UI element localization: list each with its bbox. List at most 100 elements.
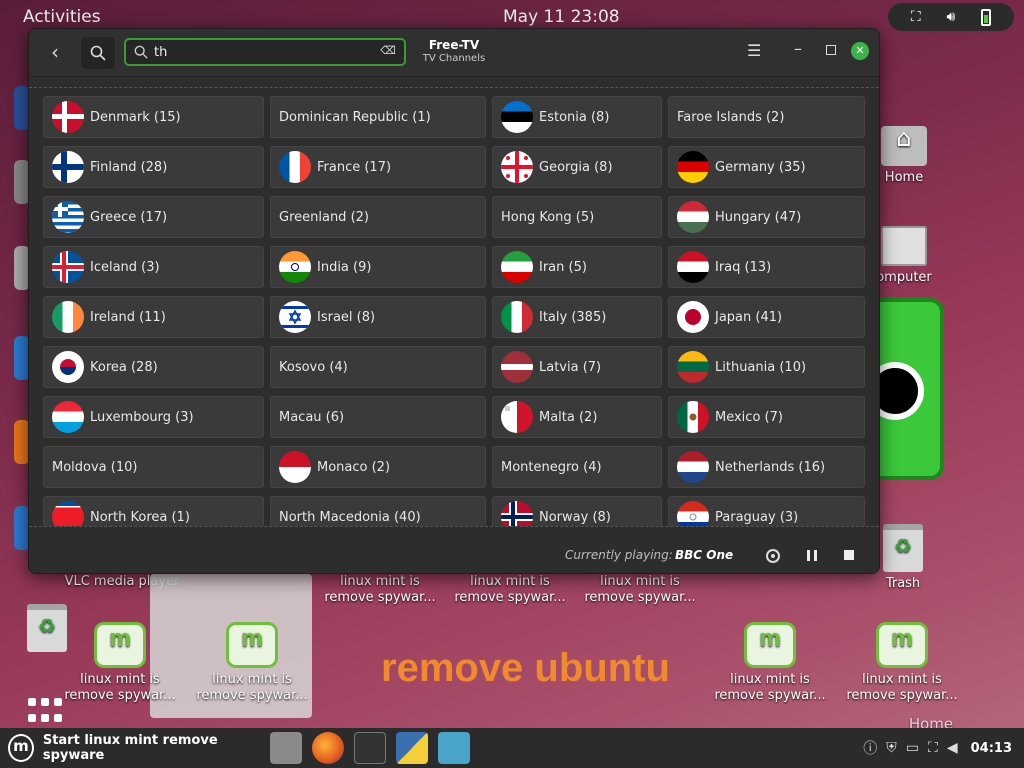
country-card[interactable]: Mexico (7): [668, 396, 865, 438]
system-menu[interactable]: ⛶ 🔊︎: [888, 3, 1014, 31]
flag-icon: [677, 501, 709, 526]
country-card[interactable]: Israel (8): [270, 296, 486, 338]
flag-icon: [677, 351, 709, 383]
country-name: Macau (6): [279, 409, 345, 425]
clock[interactable]: 04:13: [971, 741, 1012, 756]
desktop-shortcut[interactable]: linux mint is remove spywar...: [196, 622, 308, 704]
maximize-button[interactable]: [826, 45, 836, 55]
country-card[interactable]: North Macedonia (40): [270, 496, 486, 526]
country-card[interactable]: Ireland (11): [43, 296, 264, 338]
country-name: Korea (28): [90, 359, 158, 375]
country-name: North Korea (1): [90, 509, 190, 525]
country-card[interactable]: Luxembourg (3): [43, 396, 264, 438]
shield-icon[interactable]: ⛨: [886, 740, 897, 756]
left-dock: [0, 80, 30, 600]
flag-icon: [677, 151, 709, 183]
flag-icon: [279, 251, 311, 283]
country-card[interactable]: France (17): [270, 146, 486, 188]
minimize-button[interactable]: –: [794, 39, 802, 58]
record-icon[interactable]: [766, 549, 780, 563]
desktop-shortcut[interactable]: linux mint is remove spywar...: [714, 622, 826, 704]
country-card[interactable]: Paraguay (3): [668, 496, 865, 526]
files-icon[interactable]: [270, 732, 302, 764]
desktop-home-folder[interactable]: Home: [874, 126, 934, 186]
back-button[interactable]: ‹: [39, 37, 71, 69]
country-row: Luxembourg (3) Macau (6) Malta (2) Mexico (…: [43, 396, 865, 438]
country-card[interactable]: Malta (2): [492, 396, 662, 438]
country-card[interactable]: North Korea (1): [43, 496, 264, 526]
country-card[interactable]: Norway (8): [492, 496, 662, 526]
search-toggle-button[interactable]: [81, 37, 115, 69]
country-card[interactable]: Georgia (8): [492, 146, 662, 188]
country-card[interactable]: Denmark (15): [43, 96, 264, 138]
python-icon[interactable]: [396, 732, 428, 764]
desktop-shortcut[interactable]: linux mint is remove spywar...: [324, 574, 436, 606]
country-card[interactable]: Hungary (47): [668, 196, 865, 238]
country-list[interactable]: Denmark (15) Dominican Republic (1) Estoni…: [29, 87, 879, 527]
country-card[interactable]: Hong Kong (5): [492, 196, 662, 238]
country-card[interactable]: Iraq (13): [668, 246, 865, 288]
search-input[interactable]: [154, 43, 372, 61]
country-card[interactable]: Japan (41): [668, 296, 865, 338]
country-row: Iceland (3) India (9) Iran (5) Iraq (13): [43, 246, 865, 288]
country-card[interactable]: Latvia (7): [492, 346, 662, 388]
country-card[interactable]: Monaco (2): [270, 446, 486, 488]
flag-icon: [677, 201, 709, 233]
country-card[interactable]: Finland (28): [43, 146, 264, 188]
stop-icon[interactable]: [844, 550, 854, 560]
close-button[interactable]: ✕: [851, 42, 869, 60]
desktop-shortcut[interactable]: linux mint is remove spywar...: [454, 574, 566, 606]
country-card[interactable]: Montenegro (4): [492, 446, 662, 488]
country-card[interactable]: Italy (385): [492, 296, 662, 338]
search-field[interactable]: ⌫: [124, 38, 406, 66]
desktop-shortcut[interactable]: linux mint is remove spywar...: [846, 622, 958, 704]
clear-search-icon[interactable]: ⌫: [380, 43, 396, 59]
pause-icon[interactable]: [807, 550, 817, 561]
activities-button[interactable]: Activities: [23, 7, 101, 27]
flag-icon: [279, 151, 311, 183]
country-card[interactable]: Lithuania (10): [668, 346, 865, 388]
country-card[interactable]: India (9): [270, 246, 486, 288]
eye-app-icon[interactable]: [866, 298, 944, 480]
clock[interactable]: May 11 23:08: [503, 7, 620, 27]
country-card[interactable]: Greenland (2): [270, 196, 486, 238]
flag-icon: [279, 451, 311, 483]
country-name: Latvia (7): [539, 359, 602, 375]
country-card[interactable]: Dominican Republic (1): [270, 96, 486, 138]
hamburger-menu-icon[interactable]: ☰: [747, 41, 761, 60]
terminal-icon[interactable]: [354, 732, 386, 764]
volume-icon[interactable]: ◀︎: [947, 740, 958, 756]
country-card[interactable]: Netherlands (16): [668, 446, 865, 488]
flag-icon: [677, 401, 709, 433]
flag-icon: [52, 401, 84, 433]
flag-icon: [501, 401, 533, 433]
display-icon[interactable]: ▭: [906, 740, 919, 756]
update-icon[interactable]: ⓘ: [863, 738, 877, 758]
country-card[interactable]: Moldova (10): [43, 446, 264, 488]
flag-icon: [52, 151, 84, 183]
flag-icon: [52, 301, 84, 333]
flag-icon: [52, 501, 84, 526]
freetv-icon[interactable]: [438, 732, 470, 764]
country-card[interactable]: Germany (35): [668, 146, 865, 188]
desktop-computer[interactable]: omputer: [874, 226, 934, 286]
desktop-trash[interactable]: Trash: [874, 524, 932, 592]
firefox-icon[interactable]: [312, 732, 344, 764]
country-card[interactable]: Faroe Islands (2): [668, 96, 865, 138]
start-menu-button[interactable]: Start linux mint remove spyware: [0, 728, 262, 768]
search-icon: [134, 45, 148, 59]
country-row: North Korea (1) North Macedonia (40) Norwa…: [43, 496, 865, 526]
country-name: Faroe Islands (2): [677, 109, 785, 125]
country-card[interactable]: Greece (17): [43, 196, 264, 238]
country-card[interactable]: Kosovo (4): [270, 346, 486, 388]
country-card[interactable]: Iran (5): [492, 246, 662, 288]
country-card[interactable]: Estonia (8): [492, 96, 662, 138]
country-card[interactable]: Korea (28): [43, 346, 264, 388]
network-icon[interactable]: ⛶: [928, 740, 938, 756]
country-name: India (9): [317, 259, 372, 275]
desktop-shortcut[interactable]: linux mint is remove spywar...: [64, 622, 176, 704]
app-grid-icon[interactable]: [28, 698, 68, 724]
country-card[interactable]: Macau (6): [270, 396, 486, 438]
country-card[interactable]: Iceland (3): [43, 246, 264, 288]
desktop-shortcut[interactable]: linux mint is remove spywar...: [584, 574, 696, 606]
